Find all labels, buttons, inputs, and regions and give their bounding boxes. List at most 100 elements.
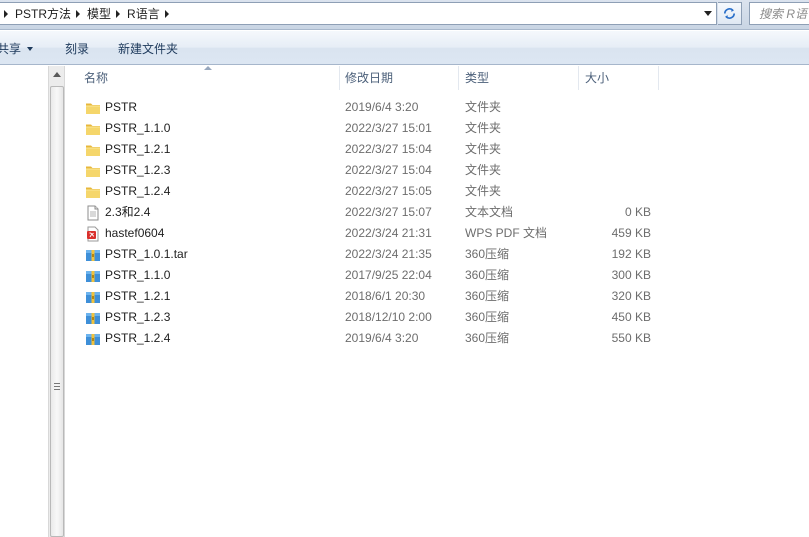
file-size: 550 KB	[611, 331, 651, 345]
search-input[interactable]: 搜索 R语言	[749, 2, 809, 25]
file-type: 360压缩	[465, 247, 510, 261]
file-name: PSTR_1.1.0	[105, 121, 171, 135]
file-type: 文本文档	[465, 205, 514, 219]
file-type: 文件夹	[465, 121, 502, 135]
address-bar[interactable]: PSTR方法 模型 R语言	[0, 2, 717, 25]
file-size: 0 KB	[624, 205, 651, 219]
file-date-modified: 2022/3/24 21:31	[345, 226, 432, 240]
folder-icon	[85, 121, 101, 137]
breadcrumb-separator-icon[interactable]	[116, 9, 121, 18]
file-date-modified: 2022/3/24 21:35	[345, 247, 432, 261]
folder-icon	[85, 100, 101, 116]
file-type: WPS PDF 文档	[465, 226, 548, 240]
column-header-size[interactable]: 大小	[579, 66, 659, 90]
file-row[interactable]: PSTR_1.2.3 2022/3/27 15:04 文件夹	[83, 160, 783, 181]
breadcrumb-item-model[interactable]: 模型	[87, 5, 111, 22]
breadcrumb-separator-icon[interactable]	[4, 9, 8, 18]
file-date-modified: 2022/3/27 15:01	[345, 121, 432, 135]
file-type: 360压缩	[465, 289, 510, 303]
scrollbar-thumb[interactable]	[50, 86, 64, 537]
file-name: PSTR_1.2.3	[105, 310, 171, 324]
search-placeholder: 搜索 R语言	[759, 7, 809, 21]
file-date-modified: 2018/12/10 2:00	[345, 310, 432, 324]
file-name: hastef0604	[105, 226, 165, 240]
file-type: 360压缩	[465, 310, 510, 324]
file-row[interactable]: PSTR 2019/6/4 3:20 文件夹	[83, 97, 783, 118]
file-size	[583, 97, 651, 118]
file-name: PSTR_1.2.4	[105, 331, 171, 345]
file-name: PSTR_1.2.1	[105, 289, 171, 303]
breadcrumb-separator-icon[interactable]	[76, 9, 81, 18]
navigation-pane-scrollbar[interactable]	[48, 66, 65, 537]
burn-button[interactable]: 刻录	[65, 40, 89, 57]
file-type: 文件夹	[465, 163, 502, 177]
breadcrumb-item-r-language[interactable]: R语言	[127, 5, 160, 22]
file-date-modified: 2022/3/27 15:07	[345, 205, 432, 219]
address-history-dropdown-icon[interactable]	[704, 11, 712, 16]
folder-icon	[85, 184, 101, 200]
file-size	[583, 118, 651, 139]
scroll-up-arrow-icon[interactable]	[53, 72, 61, 77]
file-name: PSTR_1.2.3	[105, 163, 171, 177]
column-header-row: 名称 修改日期 类型 大小	[66, 66, 809, 90]
archive-icon	[85, 289, 101, 305]
file-type: 360压缩	[465, 268, 510, 282]
navigation-pane[interactable]	[0, 66, 48, 537]
folder-icon	[85, 163, 101, 179]
command-toolbar: 共享 刻录 新建文件夹	[0, 31, 809, 65]
file-size: 450 KB	[611, 310, 651, 324]
archive-icon	[85, 268, 101, 284]
file-row[interactable]: PSTR_1.0.1.tar 2022/3/24 21:35 360压缩 192 KB	[83, 244, 783, 265]
file-size: 459 KB	[611, 226, 651, 240]
breadcrumb-separator-icon[interactable]	[164, 9, 169, 18]
file-row[interactable]: PSTR_1.2.1 2022/3/27 15:04 文件夹	[83, 139, 783, 160]
file-size: 300 KB	[611, 268, 651, 282]
file-date-modified: 2019/6/4 3:20	[345, 100, 419, 114]
folder-icon	[85, 142, 101, 158]
file-name: PSTR_1.1.0	[105, 268, 171, 282]
address-bar-row: PSTR方法 模型 R语言 搜索 R语言	[0, 0, 809, 30]
file-date-modified: 2022/3/27 15:04	[345, 163, 432, 177]
file-name: PSTR_1.2.4	[105, 184, 171, 198]
file-row[interactable]: PSTR_1.2.4 2019/6/4 3:20 360压缩 550 KB	[83, 328, 783, 349]
file-date-modified: 2018/6/1 20:30	[345, 289, 426, 303]
column-header-date[interactable]: 修改日期	[339, 66, 459, 90]
file-row[interactable]: PSTR_1.2.4 2022/3/27 15:05 文件夹	[83, 181, 783, 202]
file-name: PSTR_1.2.1	[105, 142, 171, 156]
grip-icon	[54, 383, 60, 390]
file-type: 文件夹	[465, 100, 502, 114]
file-size	[583, 160, 651, 181]
share-label: 共享	[0, 42, 22, 56]
text-file-icon	[85, 205, 101, 221]
file-row[interactable]: PSTR_1.2.1 2018/6/1 20:30 360压缩 320 KB	[83, 286, 783, 307]
file-row[interactable]: PSTR_1.1.0 2022/3/27 15:01 文件夹	[83, 118, 783, 139]
archive-icon	[85, 331, 101, 347]
new-folder-button[interactable]: 新建文件夹	[118, 40, 178, 57]
file-row[interactable]: PSTR_1.1.0 2017/9/25 22:04 360压缩 300 KB	[83, 265, 783, 286]
file-list-pane[interactable]: 名称 修改日期 类型 大小 PSTR 2019/6/4 3:20 文件夹 PSTR_1…	[66, 66, 809, 537]
refresh-button[interactable]	[718, 2, 742, 25]
file-date-modified: 2017/9/25 22:04	[345, 268, 432, 282]
refresh-icon	[723, 8, 736, 19]
file-size	[583, 181, 651, 202]
file-row[interactable]: 2.3和2.4 2022/3/27 15:07 文本文档 0 KB	[83, 202, 783, 223]
file-name: PSTR_1.0.1.tar	[105, 247, 188, 261]
file-name: 2.3和2.4	[105, 205, 151, 219]
file-date-modified: 2022/3/27 15:05	[345, 184, 432, 198]
column-header-type[interactable]: 类型	[459, 66, 579, 90]
file-row[interactable]: PSTR_1.2.3 2018/12/10 2:00 360压缩 450 KB	[83, 307, 783, 328]
column-header-name[interactable]: 名称	[78, 66, 340, 90]
breadcrumb-item-pstr-method[interactable]: PSTR方法	[15, 5, 71, 22]
chevron-down-icon	[27, 47, 34, 51]
file-row[interactable]: hastef0604 2022/3/24 21:31 WPS PDF 文档 459 K…	[83, 223, 783, 244]
file-date-modified: 2019/6/4 3:20	[345, 331, 419, 345]
archive-icon	[85, 247, 101, 263]
file-type: 文件夹	[465, 142, 502, 156]
share-button[interactable]: 共享	[0, 40, 34, 57]
file-type: 文件夹	[465, 184, 502, 198]
file-name: PSTR	[105, 100, 138, 114]
file-date-modified: 2022/3/27 15:04	[345, 142, 432, 156]
file-size	[583, 139, 651, 160]
file-size: 320 KB	[611, 289, 651, 303]
pdf-file-icon	[85, 226, 101, 242]
